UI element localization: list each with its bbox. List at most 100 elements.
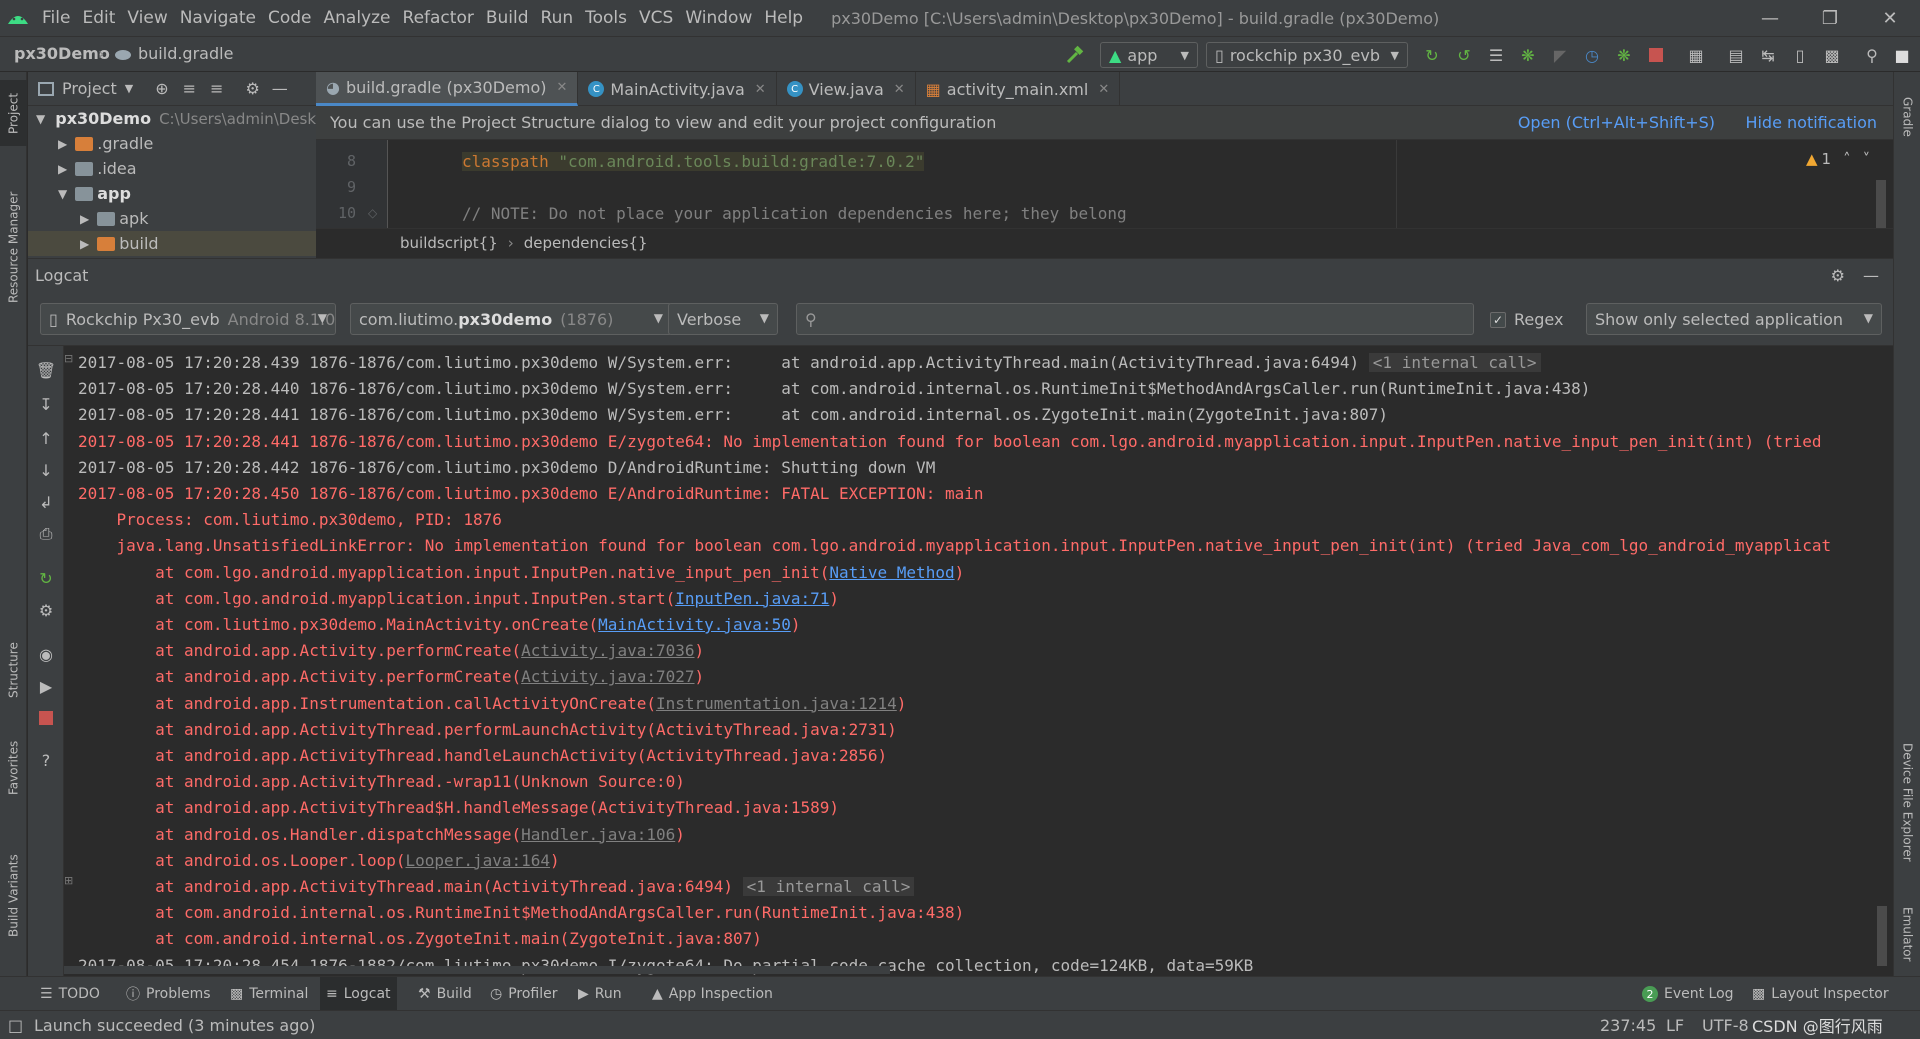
settings-gear-icon[interactable]: ⚙ bbox=[34, 598, 58, 622]
help-icon[interactable]: ? bbox=[34, 748, 58, 772]
hide-panel-icon[interactable]: — bbox=[272, 79, 288, 98]
apply-code-changes-icon[interactable]: ↺ bbox=[1452, 43, 1476, 67]
avd-manager-icon[interactable]: ▯ bbox=[1788, 43, 1812, 67]
settings-gear-icon[interactable]: ⚙ bbox=[245, 79, 259, 98]
up-arrow-icon[interactable]: ↑ bbox=[34, 426, 58, 450]
collapse-all-icon[interactable]: ≡ bbox=[210, 79, 223, 98]
menu-tools[interactable]: Tools bbox=[579, 8, 633, 28]
open-project-structure-link[interactable]: Open (Ctrl+Alt+Shift+S) bbox=[1518, 113, 1715, 132]
fold-icon[interactable]: ⊟ bbox=[64, 352, 73, 365]
stacktrace-link[interactable]: Activity.java:7027 bbox=[521, 667, 694, 686]
fold-icon[interactable]: ⊞ bbox=[64, 874, 73, 887]
debug-icon[interactable]: ❋ bbox=[1516, 43, 1540, 67]
layout-inspector-icon[interactable]: ▩ bbox=[1820, 43, 1844, 67]
scroll-to-end-icon[interactable]: ↧ bbox=[34, 392, 58, 416]
sdk-manager-icon[interactable]: ▤ bbox=[1724, 43, 1748, 67]
editor-scrollbar[interactable] bbox=[1876, 180, 1886, 228]
tab-close-icon[interactable]: ✕ bbox=[1098, 82, 1109, 97]
tab-activity-main-xml[interactable]: ▦ activity_main.xml ✕ bbox=[916, 72, 1121, 106]
inspection-widget[interactable]: ▲ 1 ˄ ˅ bbox=[1806, 150, 1870, 168]
profiler-tool-button[interactable]: ◷ Profiler bbox=[484, 977, 564, 1011]
build-variants-tool-button[interactable]: Build Variants bbox=[0, 844, 27, 948]
tab-build-gradle[interactable]: ◕ build.gradle (px30Demo) ✕ bbox=[316, 72, 579, 106]
stop-icon[interactable] bbox=[34, 706, 58, 730]
restore-icon[interactable]: ❐ bbox=[1800, 0, 1860, 36]
favorites-tool-button[interactable]: Favorites bbox=[0, 732, 27, 804]
tree-item-px30demo[interactable]: ▼ px30Demo C:\Users\admin\Desktop\px30De… bbox=[28, 106, 316, 131]
structure-tool-button[interactable]: Structure bbox=[0, 632, 27, 708]
stacktrace-link[interactable]: Looper.java:164 bbox=[406, 851, 551, 870]
caret-position[interactable]: 237:45 bbox=[1600, 1011, 1656, 1039]
menu-code[interactable]: Code bbox=[262, 8, 318, 28]
menu-help[interactable]: Help bbox=[758, 8, 809, 28]
tree-item-apk[interactable]: ▶ apk bbox=[28, 206, 316, 231]
soft-wrap-icon[interactable]: ↲ bbox=[34, 490, 58, 514]
print-icon[interactable]: ⎙ bbox=[34, 522, 58, 546]
resource-manager-tool-button[interactable]: Resource Manager bbox=[0, 172, 27, 322]
menu-vcs[interactable]: VCS bbox=[633, 8, 679, 28]
breadcrumb-project[interactable]: px30Demo bbox=[14, 44, 110, 63]
menu-analyze[interactable]: Analyze bbox=[318, 8, 397, 28]
todo-tool-button[interactable]: ☰ TODO bbox=[34, 977, 106, 1011]
process-filter-select[interactable]: com.liutimo. px30demo (1876) ▼ bbox=[350, 303, 672, 335]
internal-call-fold[interactable]: <1 internal call> bbox=[1368, 353, 1541, 372]
app-filter-select[interactable]: Show only selected application ▼ bbox=[1586, 303, 1882, 335]
hammer-build-icon[interactable] bbox=[1063, 43, 1087, 67]
menu-navigate[interactable]: Navigate bbox=[174, 8, 262, 28]
run-list-icon[interactable]: ☰ bbox=[1484, 43, 1508, 67]
breadcrumb-buildscript[interactable]: buildscript{} bbox=[400, 234, 498, 252]
coverage-icon[interactable]: ◤ bbox=[1548, 43, 1572, 67]
layout-inspector-tool-button[interactable]: ▩ Layout Inspector bbox=[1746, 977, 1895, 1011]
apply-changes-restart-icon[interactable]: ↻ bbox=[1420, 43, 1444, 67]
stacktrace-link[interactable]: InputPen.java:71 bbox=[675, 589, 829, 608]
project-view-select[interactable]: Project bbox=[62, 79, 117, 98]
logcat-search-input[interactable]: ⚲ bbox=[796, 303, 1474, 335]
file-encoding[interactable]: UTF-8 bbox=[1702, 1011, 1749, 1039]
restart-icon[interactable]: ↻ bbox=[34, 566, 58, 590]
down-arrow-icon[interactable]: ↓ bbox=[34, 458, 58, 482]
hide-panel-icon[interactable]: — bbox=[1863, 266, 1879, 285]
regex-checkbox[interactable]: ✓ Regex bbox=[1490, 310, 1563, 329]
breadcrumb-file[interactable]: build.gradle bbox=[138, 44, 233, 63]
minimize-icon[interactable]: — bbox=[1740, 0, 1800, 36]
log-scrollbar[interactable] bbox=[1877, 906, 1887, 966]
stacktrace-link[interactable]: Handler.java:106 bbox=[521, 825, 675, 844]
stacktrace-link[interactable]: Native Method bbox=[829, 563, 954, 582]
stop-icon[interactable] bbox=[1644, 43, 1668, 67]
event-log-tool-button[interactable]: 2 Event Log bbox=[1636, 977, 1740, 1011]
attach-debugger-icon[interactable]: ❋ bbox=[1612, 43, 1636, 67]
search-everywhere-icon[interactable]: ⚲ bbox=[1860, 43, 1884, 67]
sync-gradle-icon[interactable]: ↹ bbox=[1756, 43, 1780, 67]
profiler-icon[interactable]: ◷ bbox=[1580, 43, 1604, 67]
project-tool-button[interactable]: Project bbox=[0, 80, 27, 146]
app-inspection-tool-button[interactable]: ▲ App Inspection bbox=[646, 977, 779, 1011]
clear-logcat-icon[interactable]: 🗑 bbox=[34, 358, 58, 382]
breadcrumb-dependencies[interactable]: dependencies{} bbox=[524, 234, 648, 252]
build-tool-button[interactable]: ⚒ Build bbox=[412, 977, 478, 1011]
menu-run[interactable]: Run bbox=[535, 8, 580, 28]
device-file-explorer-tool-button[interactable]: Device File Explorer bbox=[1894, 712, 1920, 892]
tree-item-idea-dir[interactable]: ▶ .idea bbox=[28, 156, 316, 181]
tree-item-app[interactable]: ▼ app bbox=[28, 181, 316, 206]
menu-view[interactable]: View bbox=[121, 8, 173, 28]
menu-build[interactable]: Build bbox=[480, 8, 535, 28]
stacktrace-link[interactable]: MainActivity.java:50 bbox=[598, 615, 791, 634]
stacktrace-link[interactable]: Instrumentation.java:1214 bbox=[656, 694, 897, 713]
tab-close-icon[interactable]: ✕ bbox=[755, 82, 766, 97]
tree-item-build[interactable]: ▶ build bbox=[28, 231, 316, 256]
checkbox-checked-icon[interactable]: ✓ bbox=[1490, 311, 1506, 328]
terminal-tool-button[interactable]: ▩ Terminal bbox=[224, 977, 314, 1011]
close-icon[interactable]: ✕ bbox=[1860, 0, 1920, 36]
gradle-tool-button[interactable]: Gradle bbox=[1894, 82, 1920, 152]
log-horizontal-scrollbar[interactable] bbox=[64, 966, 890, 974]
next-highlight-icon[interactable]: ˅ bbox=[1863, 150, 1871, 168]
log-level-select[interactable]: Verbose ▼ bbox=[668, 303, 778, 335]
tab-close-icon[interactable]: ✕ bbox=[556, 80, 567, 95]
hide-notification-link[interactable]: Hide notification bbox=[1745, 113, 1877, 132]
internal-call-fold[interactable]: <1 internal call> bbox=[742, 877, 915, 896]
device-filter-select[interactable]: ▯ Rockchip Px30_evb Android 8.1.0 ▼ bbox=[40, 303, 336, 335]
tab-view-java[interactable]: C View.java ✕ bbox=[777, 72, 916, 106]
stacktrace-link[interactable]: Activity.java:7036 bbox=[521, 641, 694, 660]
screen-record-icon[interactable]: ▶ bbox=[34, 674, 58, 698]
device-select[interactable]: ▯ rockchip px30_evb ▼ bbox=[1206, 42, 1408, 68]
